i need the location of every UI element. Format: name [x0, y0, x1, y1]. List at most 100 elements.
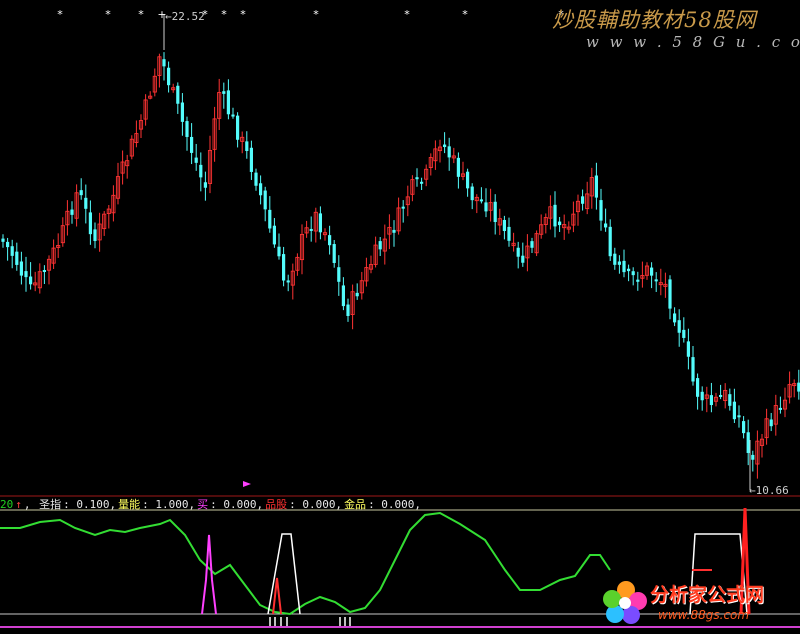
candle	[387, 214, 392, 250]
chart-canvas[interactable]: * * * + * * * * * * *	[0, 0, 800, 630]
min-price-label: ←10.66	[749, 484, 789, 497]
candle	[19, 251, 23, 285]
candle	[290, 263, 295, 300]
candle	[525, 234, 530, 272]
candle	[368, 255, 374, 274]
candle	[115, 162, 121, 205]
candle	[617, 255, 621, 274]
candle	[282, 246, 286, 287]
candle	[249, 140, 253, 180]
candle	[313, 207, 318, 243]
candle	[88, 200, 92, 245]
candle	[732, 388, 736, 423]
candle	[70, 201, 74, 224]
candle	[636, 271, 640, 291]
candle	[691, 345, 695, 386]
candle	[548, 195, 553, 230]
flag-marker-icon	[243, 481, 251, 487]
candle	[709, 382, 713, 413]
candle	[226, 79, 230, 120]
indicator-line	[0, 511, 611, 616]
candle	[773, 394, 778, 436]
candle	[355, 283, 359, 300]
candle	[493, 194, 497, 235]
candle	[304, 220, 309, 238]
signal-spike	[272, 577, 282, 615]
indicator-label: 量能	[118, 498, 141, 511]
candle	[157, 53, 162, 88]
star-marker-icon: *	[240, 8, 246, 21]
watermark-title: 炒股輔助教材58股网	[552, 8, 757, 32]
candle	[6, 237, 10, 261]
candle	[746, 419, 750, 466]
candle	[663, 272, 668, 298]
candle	[272, 218, 276, 248]
candle	[723, 383, 728, 409]
candle	[392, 220, 396, 247]
candle	[437, 139, 443, 163]
candle	[447, 137, 451, 171]
candle	[350, 284, 355, 330]
candle	[322, 228, 328, 241]
candle	[484, 188, 488, 218]
candle	[543, 213, 548, 234]
candle	[143, 94, 148, 126]
candle	[171, 83, 176, 93]
candle	[84, 184, 88, 224]
candle	[203, 171, 207, 201]
candle	[222, 82, 226, 109]
candle	[704, 386, 709, 413]
candle	[56, 233, 61, 258]
candle	[162, 52, 166, 81]
candle	[428, 153, 433, 176]
candle	[488, 188, 493, 222]
candle	[644, 262, 650, 280]
candle	[364, 257, 369, 287]
candle	[405, 185, 410, 217]
candle	[553, 191, 557, 238]
candle	[737, 405, 741, 428]
candle	[466, 168, 470, 197]
candle	[97, 212, 102, 252]
candle	[10, 239, 14, 269]
star-marker-icon: *	[462, 8, 468, 21]
candle	[176, 82, 180, 114]
candle	[217, 78, 222, 130]
candle	[516, 241, 520, 269]
candle	[60, 217, 65, 247]
candle	[778, 396, 782, 414]
signal-trapezoid	[267, 533, 301, 615]
candle	[245, 131, 249, 159]
candle	[148, 91, 153, 100]
candle	[622, 249, 626, 278]
candle	[190, 123, 194, 165]
candle	[502, 215, 506, 240]
candle	[521, 242, 525, 267]
candle	[764, 408, 769, 445]
candle	[240, 131, 245, 154]
candle	[433, 140, 438, 170]
candle	[106, 205, 111, 229]
candle	[575, 194, 581, 226]
candle	[341, 277, 345, 311]
candle	[668, 275, 672, 320]
indicator-value: : 0.100,	[63, 498, 117, 511]
candle	[728, 388, 732, 411]
indicator-label: 买	[197, 498, 209, 511]
candle	[534, 230, 539, 257]
candle	[167, 61, 171, 93]
candle	[658, 268, 663, 296]
candle	[37, 263, 42, 294]
candle	[24, 256, 28, 292]
indicator-period: 20	[0, 498, 14, 511]
candle	[74, 184, 79, 227]
candle	[180, 93, 184, 136]
candle	[299, 224, 305, 275]
candle	[562, 214, 567, 240]
candle	[102, 211, 107, 236]
candle	[627, 264, 631, 282]
candle	[93, 222, 97, 249]
candle	[51, 239, 56, 270]
candle	[359, 271, 364, 300]
candle	[129, 135, 134, 160]
